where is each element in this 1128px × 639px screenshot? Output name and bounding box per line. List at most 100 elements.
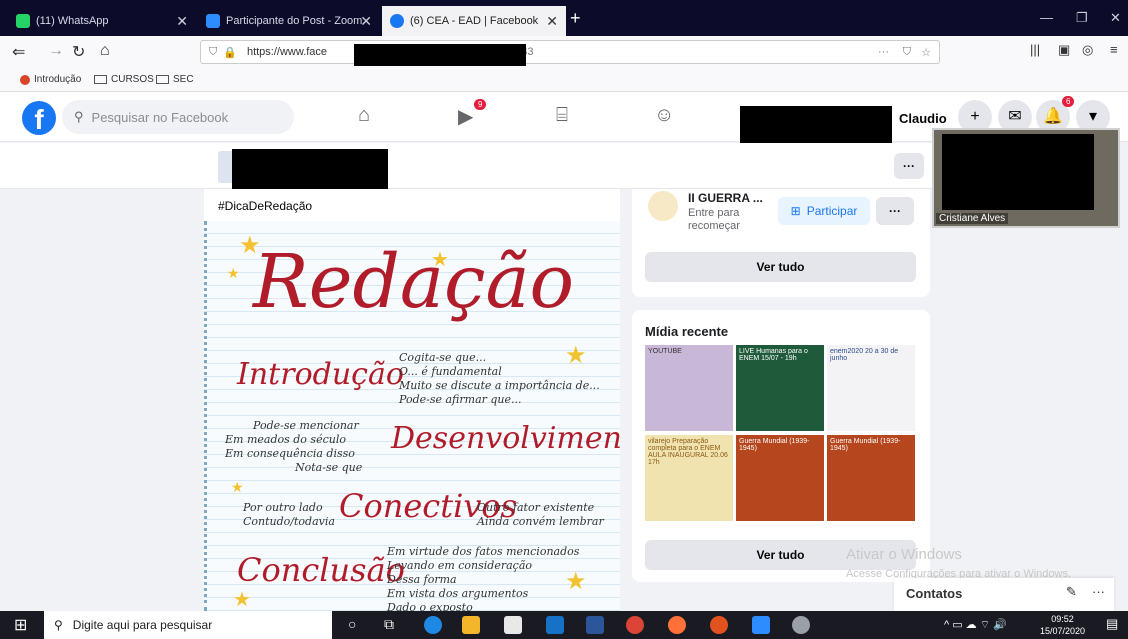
media-thumb[interactable]: LIVE Humanas para o ENEM 15/07 - 19h [736, 345, 824, 431]
group-name[interactable]: II GUERRA ... [688, 191, 763, 205]
folder-icon [156, 75, 169, 84]
close-icon[interactable]: ✕ [176, 13, 188, 30]
tab-zoom[interactable]: Participante do Post - Zoom ✕ [198, 6, 380, 36]
search-icon: ⚲ [54, 618, 63, 632]
group-avatar[interactable] [648, 191, 678, 221]
library-icon[interactable]: ||| [1030, 42, 1040, 57]
new-message-icon[interactable]: ✎ [1066, 584, 1077, 600]
zoom-icon [206, 14, 220, 28]
star-icon[interactable]: ☆ [921, 46, 931, 59]
home-icon[interactable]: ⌂ [358, 104, 370, 127]
notifications-badge: 6 [1062, 96, 1075, 107]
site-icon [20, 74, 30, 85]
section-line: Cogita-se que... [399, 351, 487, 364]
more-options-button[interactable]: ··· [876, 197, 914, 225]
section-line: Dado o exposto [387, 601, 473, 611]
app-icon[interactable] [710, 616, 728, 634]
post-image[interactable]: ★ ★ ★ Redação Introdução Cogita-se que..… [204, 221, 620, 611]
media-thumb[interactable]: Guerra Mundial (1939-1945) [736, 435, 824, 521]
media-thumb[interactable]: Guerra Mundial (1939-1945) [827, 435, 915, 521]
bookmark-label: SEC [173, 74, 194, 85]
section-line: Levando em consideração [387, 559, 533, 572]
firefox-icon[interactable] [668, 616, 686, 634]
marketplace-icon[interactable]: ⌸ [556, 104, 568, 127]
home-icon[interactable]: ⌂ [100, 42, 110, 60]
close-icon[interactable]: ✕ [360, 13, 372, 30]
minimize-icon[interactable]: — [1040, 10, 1053, 25]
bookmarks-bar: Introdução CURSOS SEC [0, 68, 1128, 92]
media-title: Mídia recente [645, 324, 729, 339]
facebook-search[interactable]: ⚲ Pesquisar no Facebook [62, 100, 294, 134]
back-icon[interactable]: ⇐ [12, 42, 25, 62]
recent-media-card: Mídia recente YOUTUBE LIVE Humanas para … [632, 310, 930, 582]
reload-icon[interactable]: ↻ [72, 42, 85, 62]
section-heading: Introdução [237, 357, 404, 392]
system-clock[interactable]: 09:52 15/07/2020 [1040, 613, 1085, 637]
group-header-strip: ··· [0, 143, 932, 195]
media-thumb[interactable]: vilarejo Preparação completa para o ENEM… [645, 435, 733, 521]
star-icon: ★ [565, 568, 587, 595]
close-icon[interactable]: ✕ [546, 13, 558, 30]
watch-badge: 9 [474, 99, 487, 110]
bookmark-label: CURSOS [111, 74, 154, 85]
media-thumb[interactable]: enem2020 20 a 30 de junho [827, 345, 915, 431]
menu-icon[interactable]: ≡ [1110, 42, 1118, 57]
zoom-video-tile[interactable]: Cristiane Alves [932, 128, 1120, 228]
more-icon[interactable]: ··· [1092, 584, 1105, 599]
file-explorer-icon[interactable] [462, 616, 480, 634]
tab-label: (6) CEA - EAD | Facebook [410, 15, 539, 27]
word-icon[interactable] [586, 616, 604, 634]
lock-icon: 🔒 [223, 46, 237, 59]
windows-taskbar: ⊞ ⚲ Digite aqui para pesquisar ○ ⧉ ^ ▭ ☁… [0, 611, 1128, 639]
windows-start-icon[interactable]: ⊞ [14, 615, 27, 635]
post-card: #DicaDeRedação ★ ★ ★ Redação Introdução … [204, 189, 620, 611]
mail-icon[interactable] [546, 616, 564, 634]
extension-icon[interactable]: ◎ [1082, 42, 1093, 58]
star-icon: ★ [565, 342, 587, 369]
post-hashtag[interactable]: #DicaDeRedação [218, 199, 312, 213]
participant-name: Cristiane Alves [936, 213, 1009, 224]
new-tab-button[interactable]: + [570, 8, 581, 29]
settings-icon[interactable] [792, 616, 810, 634]
section-heading: Desenvolvimento [391, 421, 620, 456]
join-group-button[interactable]: ⊞ Participar [778, 197, 870, 225]
chrome-icon[interactable] [626, 616, 644, 634]
bookmark-sec[interactable]: SEC [156, 74, 194, 85]
pocket-icon[interactable]: ⛉ [903, 46, 911, 59]
notification-center-icon[interactable]: ▤ [1106, 616, 1118, 632]
zoom-icon[interactable] [752, 616, 770, 634]
forward-icon[interactable]: → [48, 42, 64, 60]
close-window-icon[interactable]: ✕ [1110, 10, 1121, 26]
star-icon: ★ [231, 479, 244, 495]
url-bar[interactable]: ⛉ 🔒 https://www.face 3333 ··· ⛉ ☆ [200, 40, 940, 64]
search-icon: ⚲ [74, 109, 84, 124]
facebook-logo[interactable]: f [22, 101, 56, 135]
more-icon[interactable]: ··· [878, 46, 889, 58]
profile-name[interactable]: Claudio [899, 111, 947, 126]
watch-icon[interactable]: ▶ [458, 104, 473, 129]
more-options-button[interactable]: ··· [894, 153, 924, 179]
folder-icon [94, 75, 107, 84]
bookmark-cursos[interactable]: CURSOS [94, 74, 154, 85]
see-all-groups-button[interactable]: Ver tudo [645, 252, 916, 282]
contacts-bar[interactable]: Contatos ✎ ··· [894, 578, 1114, 611]
sidebar-icon[interactable]: ▣ [1058, 42, 1070, 58]
maximize-icon[interactable]: ❐ [1076, 10, 1088, 26]
group-subtitle: Entre para recomeçar [688, 207, 740, 232]
edge-icon[interactable] [424, 616, 442, 634]
store-icon[interactable] [504, 616, 522, 634]
system-tray-icon[interactable]: ^ ▭ ☁ ⌔ 🔊 [944, 618, 1007, 632]
suggested-group-card: II GUERRA ... Entre para recomeçar ⊞ Par… [632, 189, 930, 297]
clock-time: 09:52 [1051, 614, 1074, 624]
section-heading: Conclusão [237, 551, 405, 589]
bookmark-introducao[interactable]: Introdução [20, 74, 81, 85]
task-view-icon[interactable]: ⧉ [384, 616, 394, 633]
section-line: Pode-se mencionar [253, 419, 359, 432]
tab-whatsapp[interactable]: (11) WhatsApp ✕ [8, 6, 196, 36]
taskbar-search[interactable]: ⚲ Digite aqui para pesquisar [44, 611, 332, 639]
tab-facebook[interactable]: (6) CEA - EAD | Facebook ✕ [382, 6, 566, 36]
cortana-icon[interactable]: ○ [348, 616, 356, 632]
join-label: Participar [806, 204, 858, 218]
media-thumb[interactable]: YOUTUBE [645, 345, 733, 431]
groups-icon[interactable]: ☺ [654, 104, 674, 127]
